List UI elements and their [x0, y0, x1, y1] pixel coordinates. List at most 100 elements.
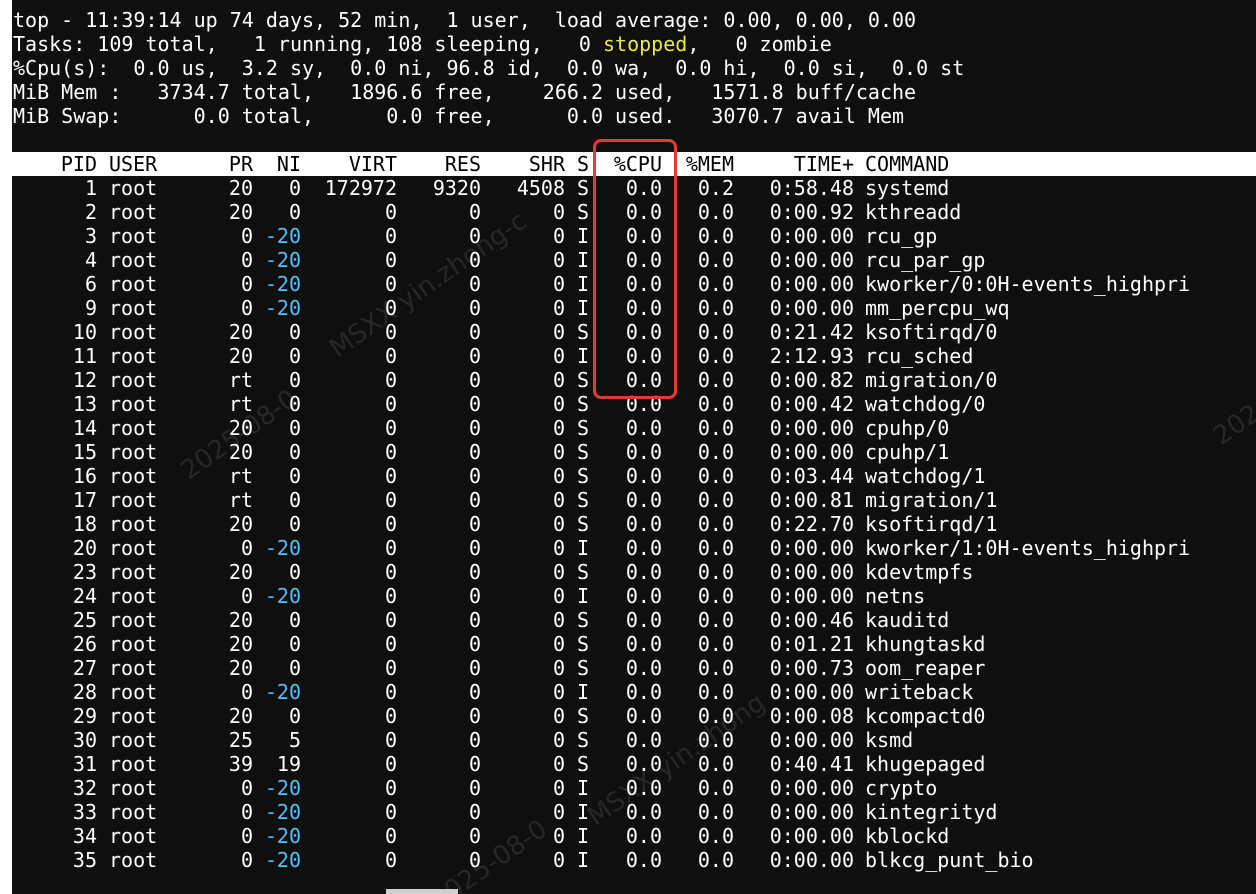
process-command: khungtaskd [865, 632, 986, 656]
process-s: S [577, 176, 590, 200]
header-shr[interactable]: SHR [481, 152, 565, 176]
header-pr[interactable]: PR [197, 152, 253, 176]
process-pid: 13 [72, 392, 97, 416]
header-cpu[interactable]: %CPU [602, 152, 662, 176]
process-command: kauditd [865, 608, 950, 632]
process-res: 0 [468, 416, 481, 440]
process-virt: 0 [384, 320, 397, 344]
process-virt: 0 [384, 368, 397, 392]
process-pr: rt [228, 392, 253, 416]
process-cpu: 0.0 [625, 224, 662, 248]
process-shr: 0 [552, 632, 565, 656]
process-mem: 0.0 [697, 440, 734, 464]
process-virt: 0 [384, 272, 397, 296]
terminal-window[interactable]: MSXX yin.zhong-c 2025-08-0 MSXX yin.zhon… [0, 0, 1256, 894]
process-row: 9 root 0 -20 0 0 0 I 0.0 0.0 0:00.00 mm_percpu_wq [12, 296, 1256, 320]
header-pid[interactable]: PID [12, 152, 97, 176]
process-mem: 0.0 [697, 728, 734, 752]
header-ni[interactable]: NI [253, 152, 301, 176]
process-time: 2:12.93 [769, 344, 854, 368]
process-shr: 0 [552, 224, 565, 248]
process-pid: 3 [84, 224, 97, 248]
process-command: systemd [865, 176, 950, 200]
process-ni: -20 [264, 800, 301, 824]
process-command: netns [865, 584, 926, 608]
process-command: cpuhp/1 [865, 440, 950, 464]
process-user: root [109, 608, 158, 632]
process-pr: 0 [240, 248, 253, 272]
tasks-line: Tasks: 109 total, 1 running, 108 sleepin… [13, 32, 832, 56]
header-user[interactable]: USER [109, 152, 209, 176]
process-command: ksoftirqd/0 [865, 320, 998, 344]
process-pr: 0 [240, 296, 253, 320]
header-command[interactable]: COMMAND [865, 152, 1225, 176]
process-time: 0:00.82 [769, 368, 854, 392]
process-mem: 0.0 [697, 224, 734, 248]
process-cpu: 0.0 [625, 680, 662, 704]
process-shr: 0 [552, 800, 565, 824]
process-mem: 0.0 [697, 344, 734, 368]
process-pid: 6 [84, 272, 97, 296]
process-pid: 14 [72, 416, 97, 440]
header-state[interactable]: S [577, 152, 591, 176]
header-mem[interactable]: %MEM [674, 152, 734, 176]
process-cpu: 0.0 [625, 272, 662, 296]
process-cpu: 0.0 [625, 200, 662, 224]
process-command: writeback [865, 680, 974, 704]
process-mem: 0.0 [697, 200, 734, 224]
process-user: root [109, 536, 158, 560]
process-s: I [577, 296, 590, 320]
process-shr: 0 [552, 656, 565, 680]
process-res: 0 [468, 704, 481, 728]
process-s: I [577, 536, 590, 560]
process-ni: 19 [276, 752, 301, 776]
process-ni: -20 [264, 824, 301, 848]
process-shr: 0 [552, 296, 565, 320]
process-s: I [577, 584, 590, 608]
process-time: 0:00.00 [769, 440, 854, 464]
process-virt: 0 [384, 224, 397, 248]
process-cpu: 0.0 [625, 320, 662, 344]
process-res: 0 [468, 776, 481, 800]
process-res: 0 [468, 200, 481, 224]
process-shr: 0 [552, 416, 565, 440]
process-pr: 20 [228, 344, 253, 368]
horizontal-scrollbar-thumb[interactable] [386, 889, 458, 894]
process-mem: 0.0 [697, 464, 734, 488]
process-res: 0 [468, 848, 481, 872]
process-res: 0 [468, 248, 481, 272]
process-s: I [577, 800, 590, 824]
process-time: 0:00.00 [769, 560, 854, 584]
process-user: root [109, 824, 158, 848]
header-res[interactable]: RES [397, 152, 481, 176]
process-shr: 0 [552, 848, 565, 872]
process-s: S [577, 392, 590, 416]
process-time: 0:00.81 [769, 488, 854, 512]
tasks-stopped-label: stopped [603, 32, 688, 56]
process-mem: 0.0 [697, 272, 734, 296]
process-virt: 0 [384, 248, 397, 272]
process-virt: 0 [384, 536, 397, 560]
process-row: 25 root 20 0 0 0 0 S 0.0 0.0 0:00.46 kauditd [12, 608, 1256, 632]
header-virt[interactable]: VIRT [301, 152, 397, 176]
process-row: 16 root rt 0 0 0 0 S 0.0 0.0 0:03.44 watchdog/1 [12, 464, 1256, 488]
process-s: S [577, 608, 590, 632]
header-time[interactable]: TIME+ [734, 152, 854, 176]
process-user: root [109, 656, 158, 680]
process-time: 0:00.00 [769, 728, 854, 752]
process-time: 0:00.46 [769, 608, 854, 632]
process-virt: 0 [384, 488, 397, 512]
process-shr: 0 [552, 512, 565, 536]
process-mem: 0.0 [697, 248, 734, 272]
process-s: I [577, 248, 590, 272]
process-virt: 0 [384, 680, 397, 704]
process-pid: 20 [72, 536, 97, 560]
process-res: 0 [468, 656, 481, 680]
process-s: S [577, 464, 590, 488]
process-user: root [109, 344, 158, 368]
process-pid: 29 [72, 704, 97, 728]
process-time: 0:00.08 [769, 704, 854, 728]
process-res: 0 [468, 536, 481, 560]
process-ni: 0 [288, 368, 301, 392]
process-user: root [109, 848, 158, 872]
